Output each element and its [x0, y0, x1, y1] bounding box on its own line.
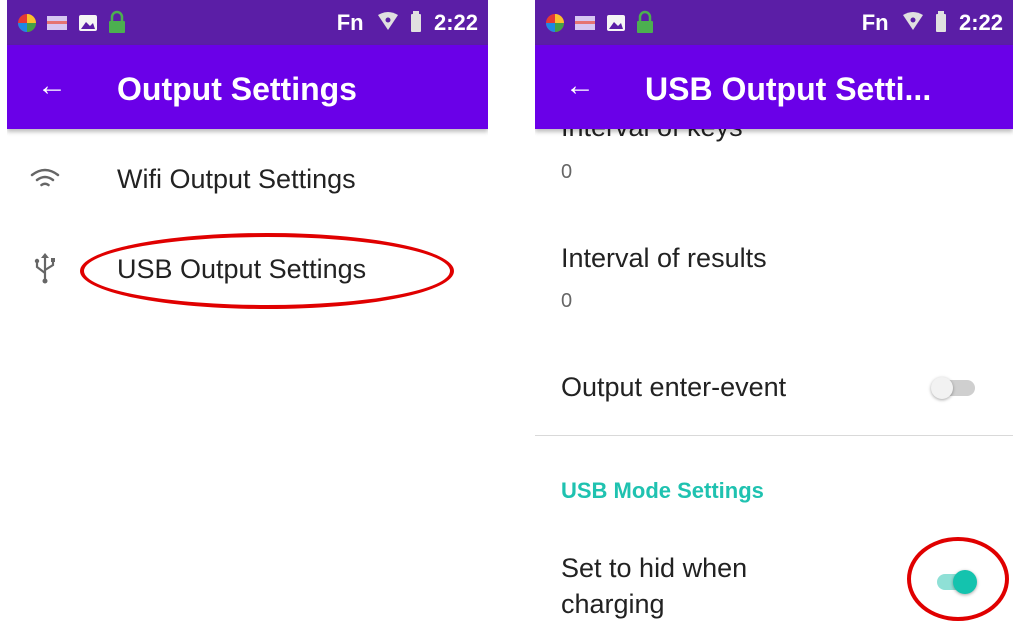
- status-bar: Fn 2:22: [7, 0, 488, 45]
- divider: [535, 435, 1013, 436]
- section-header-usb-mode: USB Mode Settings: [561, 478, 764, 503]
- clock: 2:22: [958, 10, 1003, 35]
- app-bar: ← Output Settings: [7, 45, 488, 129]
- status-bar: Fn 2:22: [535, 0, 1013, 45]
- output-enter-event-title: Output enter-event: [561, 372, 787, 402]
- wifi-signal-icon: [377, 12, 398, 30]
- interval-results-title: Interval of results: [561, 243, 767, 273]
- status-right: Fn 2:22: [862, 10, 1003, 36]
- app-bar: ← USB Output Setti...: [535, 45, 1013, 129]
- annotation-circle-hid-toggle: [907, 537, 1009, 621]
- interval-keys-value: 0: [561, 161, 573, 183]
- usb-icon: [34, 253, 55, 284]
- clock: 2:22: [433, 10, 478, 35]
- notification-icons: [15, 10, 135, 36]
- page-title: USB Output Setti...: [645, 71, 932, 107]
- battery-icon: [410, 11, 421, 32]
- notification-icons: [543, 10, 663, 36]
- set-hid-title-line2: charging: [561, 589, 665, 619]
- set-hid-title-line1: Set to hid when: [561, 553, 748, 583]
- fn-indicator: Fn: [861, 10, 889, 35]
- right-screen: Fn 2:22 ← USB Output Setti... Interval o…: [535, 0, 1013, 625]
- interval-results-value: 0: [561, 290, 573, 312]
- back-arrow-icon[interactable]: ←: [565, 69, 595, 103]
- back-arrow-icon[interactable]: ←: [37, 69, 67, 103]
- fn-indicator: Fn: [336, 10, 364, 35]
- list-item-wifi-output[interactable]: Wifi Output Settings: [7, 140, 488, 220]
- status-right: Fn 2:22: [337, 10, 478, 36]
- annotation-circle-usb: [80, 233, 454, 309]
- app-icons: [546, 10, 653, 33]
- battery-icon: [935, 11, 946, 32]
- wifi-icon: [30, 168, 60, 187]
- page-title: Output Settings: [117, 71, 357, 107]
- wifi-output-label: Wifi Output Settings: [117, 164, 356, 194]
- app-icons: [18, 10, 125, 33]
- left-screen: Fn 2:22 ← Output Settings Wifi Output Se…: [7, 0, 488, 625]
- wifi-signal-icon: [902, 12, 923, 30]
